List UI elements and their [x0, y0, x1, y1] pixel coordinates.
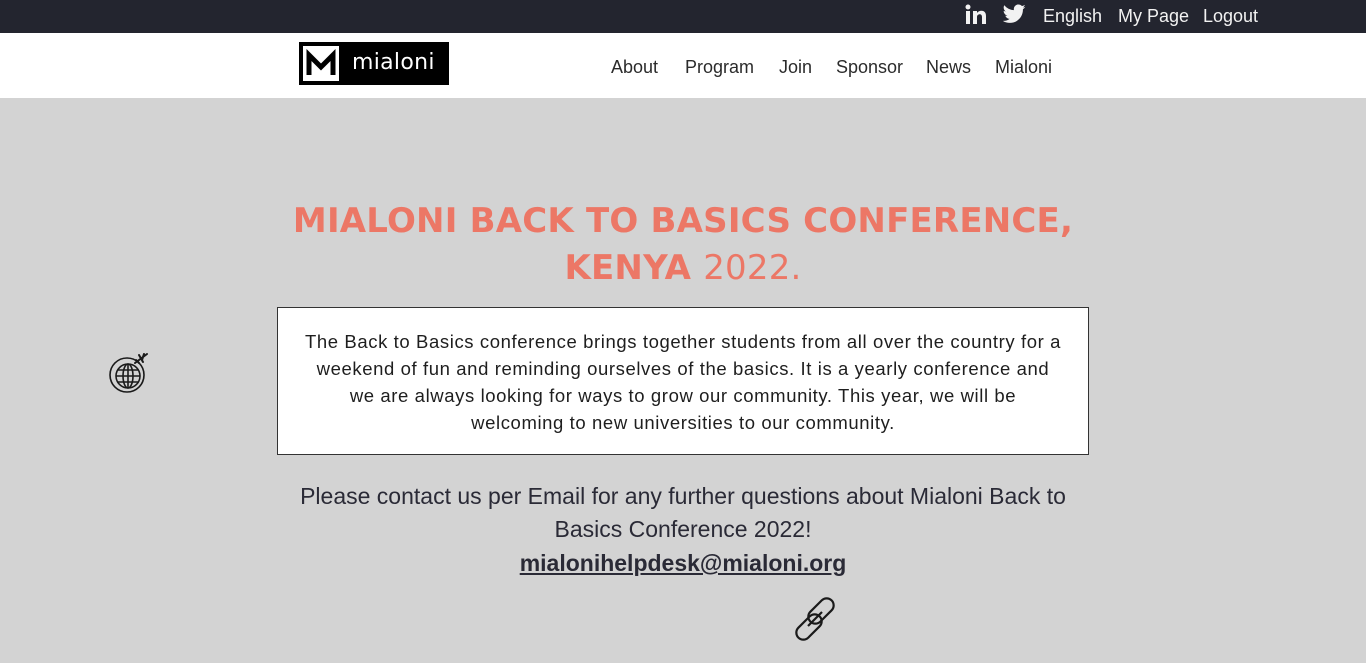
nav-item-join[interactable]: Join — [779, 57, 812, 77]
logo-text: mialoni — [352, 50, 435, 75]
page-title: MIALONI BACK TO BASICS CONFERENCE, KENYA… — [283, 198, 1083, 292]
brand-logo[interactable]: mialoni — [299, 42, 449, 85]
title-line-1: MIALONI BACK TO BASICS CONFERENCE, — [292, 201, 1074, 241]
title-country: KENYA — [564, 248, 692, 288]
contact-text: Please contact us per Email for any furt… — [300, 483, 1066, 542]
nav-item-about[interactable]: About — [611, 57, 658, 77]
logo-m-mark — [301, 44, 341, 83]
nav-item-mialoni[interactable]: Mialoni — [995, 57, 1052, 77]
nav-item-news[interactable]: News — [926, 57, 971, 77]
twitter-icon[interactable] — [1002, 4, 1026, 29]
globe-plane-icon — [105, 351, 151, 402]
description-text: The Back to Basics conference brings tog… — [305, 331, 1061, 433]
chain-link-icon — [789, 593, 841, 650]
top-bar: English My Page Logout — [0, 0, 1366, 33]
main-navbar: mialoni About Program Join Sponsor News … — [0, 33, 1366, 98]
linkedin-icon[interactable] — [965, 4, 987, 31]
title-year: 2022. — [703, 248, 802, 288]
logout-link[interactable]: Logout — [1203, 6, 1258, 26]
nav-item-program[interactable]: Program — [685, 57, 754, 77]
my-page-link[interactable]: My Page — [1118, 6, 1189, 26]
email-link[interactable]: mialonihelpdesk@mialoni.org — [520, 550, 847, 576]
language-selector[interactable]: English — [1043, 6, 1102, 26]
contact-email: mialonihelpdesk@mialoni.org — [283, 547, 1083, 580]
description-box: The Back to Basics conference brings tog… — [277, 307, 1089, 455]
nav-item-sponsor[interactable]: Sponsor — [836, 57, 903, 77]
